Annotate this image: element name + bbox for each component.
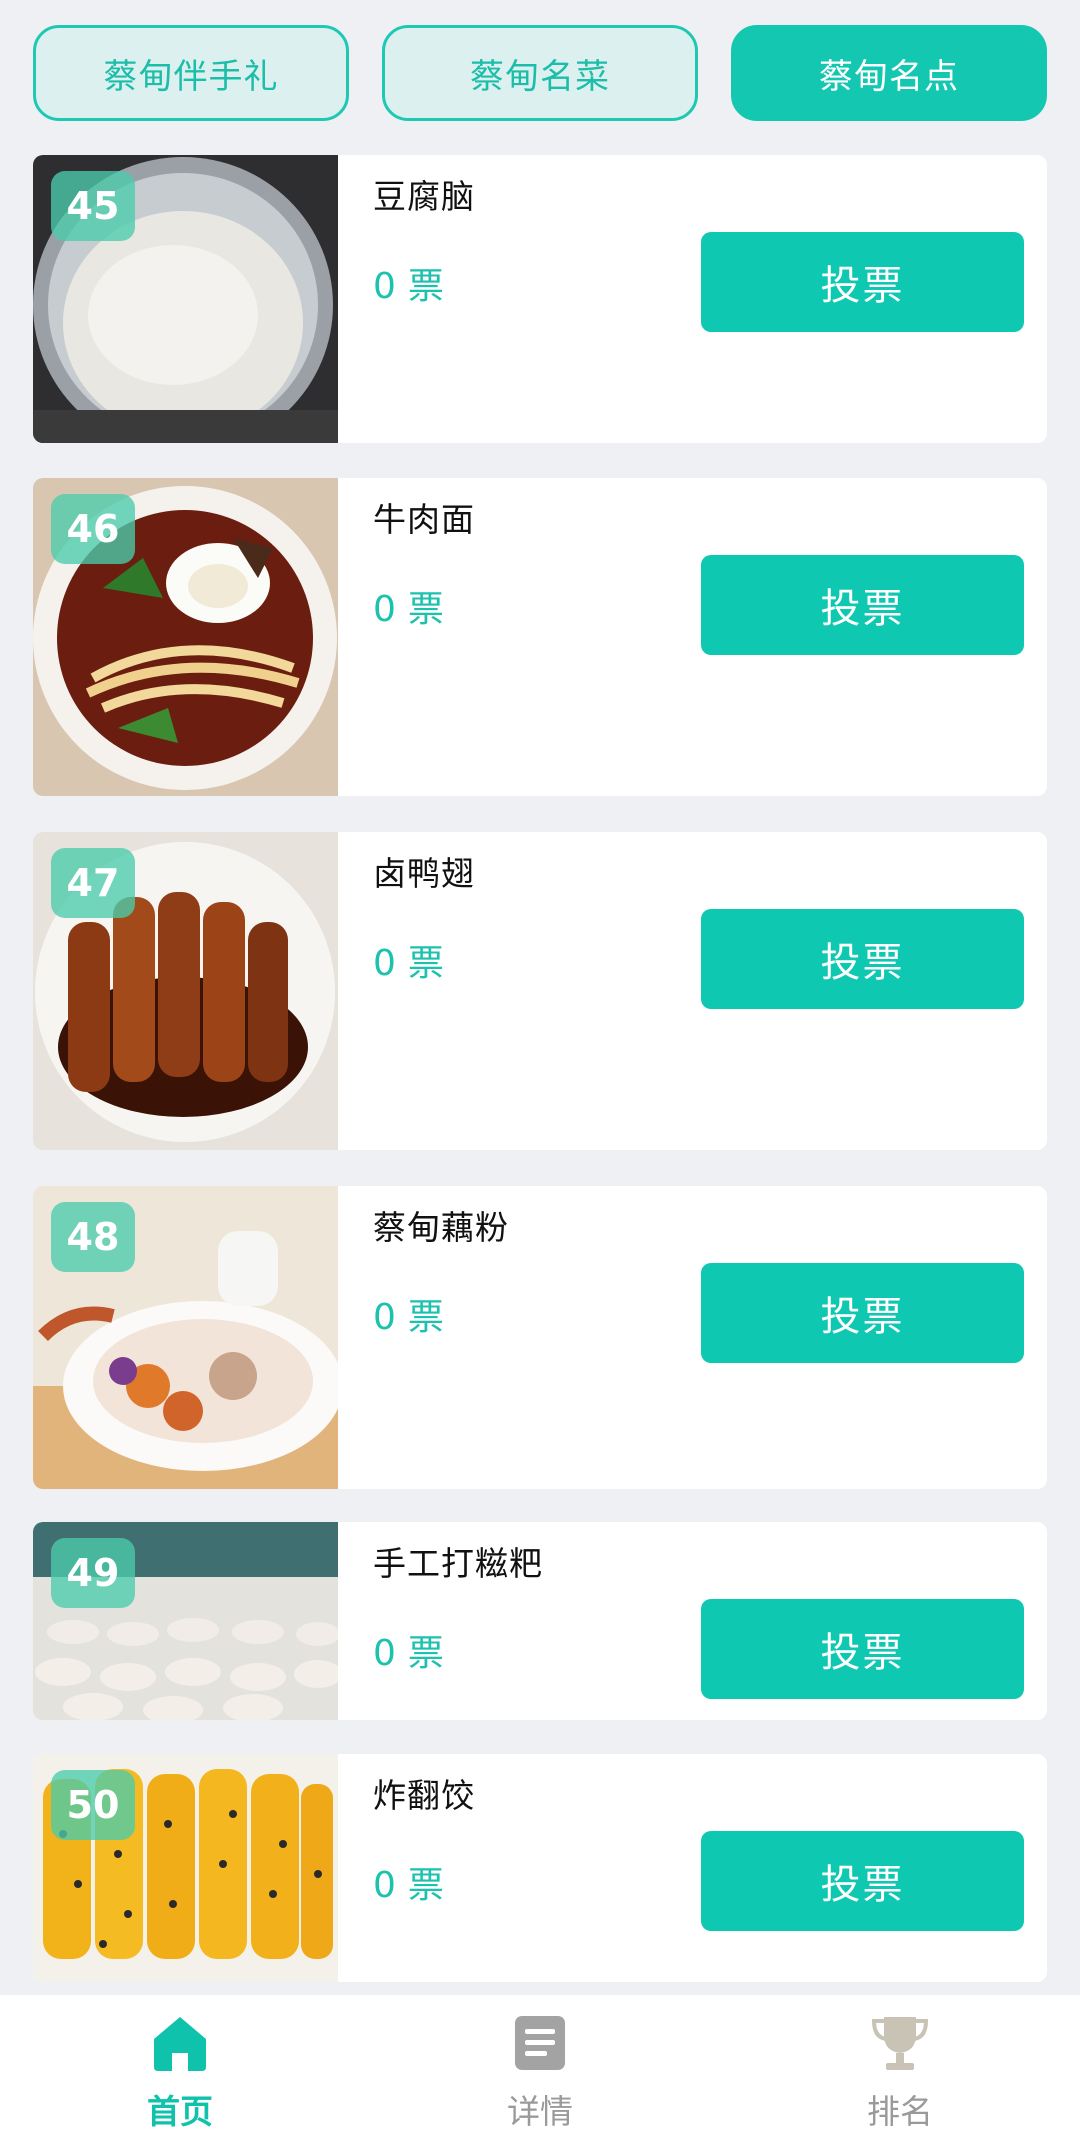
vote-count: 0票 [373, 1633, 444, 1674]
food-image: 49 [33, 1522, 338, 1720]
document-icon [515, 2016, 565, 2070]
vote-count: 0票 [373, 266, 444, 307]
vote-count: 0票 [373, 943, 444, 984]
vote-button[interactable]: 投票 [701, 1599, 1024, 1699]
category-tabs: 蔡甸伴手礼 蔡甸名菜 蔡甸名点 [33, 25, 1047, 121]
item-name: 豆腐脑 [373, 177, 475, 216]
item-name: 手工打糍粑 [373, 1544, 543, 1583]
vote-button[interactable]: 投票 [701, 1831, 1024, 1931]
item-name: 炸翻饺 [373, 1776, 475, 1815]
nav-label: 详情 [507, 2092, 573, 2131]
trophy-icon [871, 2017, 929, 2070]
vote-count: 0票 [373, 1865, 444, 1906]
rank-badge: 48 [51, 1202, 135, 1272]
list-item: 45 豆腐脑 0票 投票 [33, 155, 1047, 443]
bottom-nav: 首页 详情 排名 [0, 1995, 1080, 2147]
vote-button[interactable]: 投票 [701, 1263, 1024, 1363]
list-item: 48 蔡甸藕粉 0票 投票 [33, 1186, 1047, 1489]
vote-button[interactable]: 投票 [701, 909, 1024, 1009]
app-root: 蔡甸伴手礼 蔡甸名菜 蔡甸名点 45 豆腐脑 0票 投票 46 牛肉面 0 票 … [0, 0, 1080, 2147]
rank-badge: 47 [51, 848, 135, 918]
vote-button[interactable]: 投票 [701, 555, 1024, 655]
item-name: 蔡甸藕粉 [373, 1208, 509, 1247]
nav-details[interactable]: 详情 [360, 1995, 720, 2147]
food-image: 50 [33, 1754, 338, 1982]
food-image: 46 [33, 478, 338, 796]
nav-home[interactable]: 首页 [0, 1995, 360, 2147]
list-item: 46 牛肉面 0票 投票 [33, 478, 1047, 796]
rank-badge: 46 [51, 494, 135, 564]
tab-famous-snacks[interactable]: 蔡甸名点 [731, 25, 1047, 121]
nav-label: 首页 [147, 2092, 213, 2131]
vote-count: 0票 [373, 589, 444, 630]
list-item: 49 手工打糍粑 0票 投票 [33, 1522, 1047, 1720]
vote-count: 0票 [373, 1297, 444, 1338]
rank-badge: 50 [51, 1770, 135, 1840]
tab-famous-dishes[interactable]: 蔡甸名菜 [382, 25, 698, 121]
nav-ranking[interactable]: 排名 [720, 1995, 1080, 2147]
food-image: 47 [33, 832, 338, 1150]
food-image: 45 [33, 155, 338, 443]
rank-badge: 45 [51, 171, 135, 241]
vote-button[interactable]: 投票 [701, 232, 1024, 332]
nav-label: 排名 [867, 2092, 933, 2131]
rank-badge: 49 [51, 1538, 135, 1608]
list-item: 50 炸翻饺 0票 投票 [33, 1754, 1047, 1982]
item-name: 牛肉面 [373, 500, 475, 539]
item-name: 卤鸭翅 [373, 854, 475, 893]
home-icon [154, 2017, 206, 2071]
food-image: 48 [33, 1186, 338, 1489]
list-item: 47 卤鸭翅 0票 投票 [33, 832, 1047, 1150]
tab-souvenir[interactable]: 蔡甸伴手礼 [33, 25, 349, 121]
